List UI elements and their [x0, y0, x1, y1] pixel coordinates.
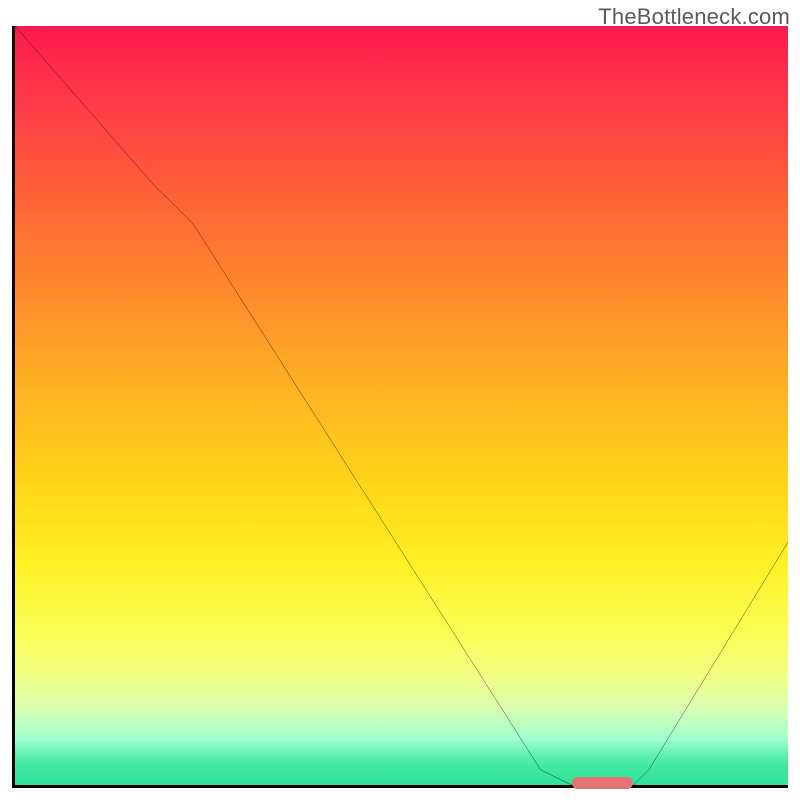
bottleneck-chart — [12, 26, 788, 788]
curve-path — [15, 26, 788, 785]
watermark-text: TheBottleneck.com — [598, 4, 790, 30]
optimal-range-marker — [572, 777, 634, 789]
chart-curve — [15, 26, 788, 785]
